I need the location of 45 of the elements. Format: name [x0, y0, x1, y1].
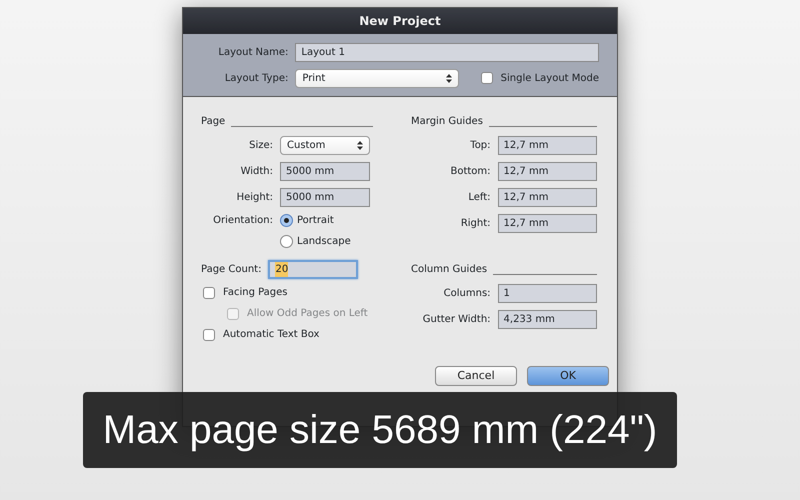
field-label: Columns: [442, 286, 491, 300]
input-field[interactable]: 5000 mm [280, 162, 370, 180]
ok-button[interactable]: OK [527, 366, 609, 386]
field-label: Size: [248, 138, 273, 152]
radio-label: Landscape [297, 235, 351, 249]
layout-type-dropdown[interactable]: Print [295, 68, 459, 88]
checkbox[interactable] [203, 328, 215, 340]
field-label: Right: [460, 216, 491, 230]
checkbox[interactable] [480, 72, 493, 84]
radio-button[interactable] [280, 214, 293, 227]
field-label: Top: [469, 138, 491, 152]
input-field[interactable]: 12,7 mm [498, 188, 597, 206]
layout-name-field[interactable]: Layout 1 [295, 42, 599, 62]
section-heading: Column Guides [411, 263, 488, 277]
window-title: New Project [183, 8, 617, 34]
input-field[interactable]: 12,7 mm [498, 136, 597, 154]
field-label: Layout Type: [224, 72, 288, 86]
input-field[interactable]: 5000 mm [280, 188, 370, 206]
section-heading: Margin Guides [411, 115, 483, 129]
field-label: Bottom: [449, 164, 491, 178]
input-field[interactable]: 1 [498, 284, 597, 302]
input-field[interactable]: 12,7 mm [498, 162, 597, 180]
updown-icon [446, 74, 452, 82]
radio-button[interactable] [280, 235, 293, 248]
field-label: Width: [240, 164, 273, 178]
field-label: Gutter Width: [422, 312, 491, 326]
field-label: Page Count: [201, 262, 262, 276]
checkbox-label: Allow Odd Pages on Left [247, 307, 368, 321]
field-label: Orientation: [212, 214, 273, 228]
field-label: Height: [236, 190, 273, 204]
checkbox-label: Facing Pages [223, 286, 288, 300]
field-label: Layout Name: [217, 46, 288, 60]
cancel-button[interactable]: Cancel [435, 366, 517, 386]
field-label: Left: [467, 190, 491, 204]
section-heading: Page [201, 115, 226, 129]
page-count-field[interactable]: 20 [268, 260, 358, 278]
caption-overlay: Max page size 5689 mm (224") [83, 392, 677, 468]
checkbox[interactable] [203, 286, 215, 298]
checkbox-label: Single Layout Mode [500, 72, 599, 86]
radio-label: Portrait [297, 214, 334, 228]
input-field[interactable]: 12,7 mm [498, 214, 597, 232]
checkbox-label: Automatic Text Box [223, 328, 320, 342]
updown-icon [357, 140, 363, 150]
input-field[interactable]: 4,233 mm [498, 310, 597, 328]
size-dropdown[interactable]: Custom [280, 136, 370, 154]
